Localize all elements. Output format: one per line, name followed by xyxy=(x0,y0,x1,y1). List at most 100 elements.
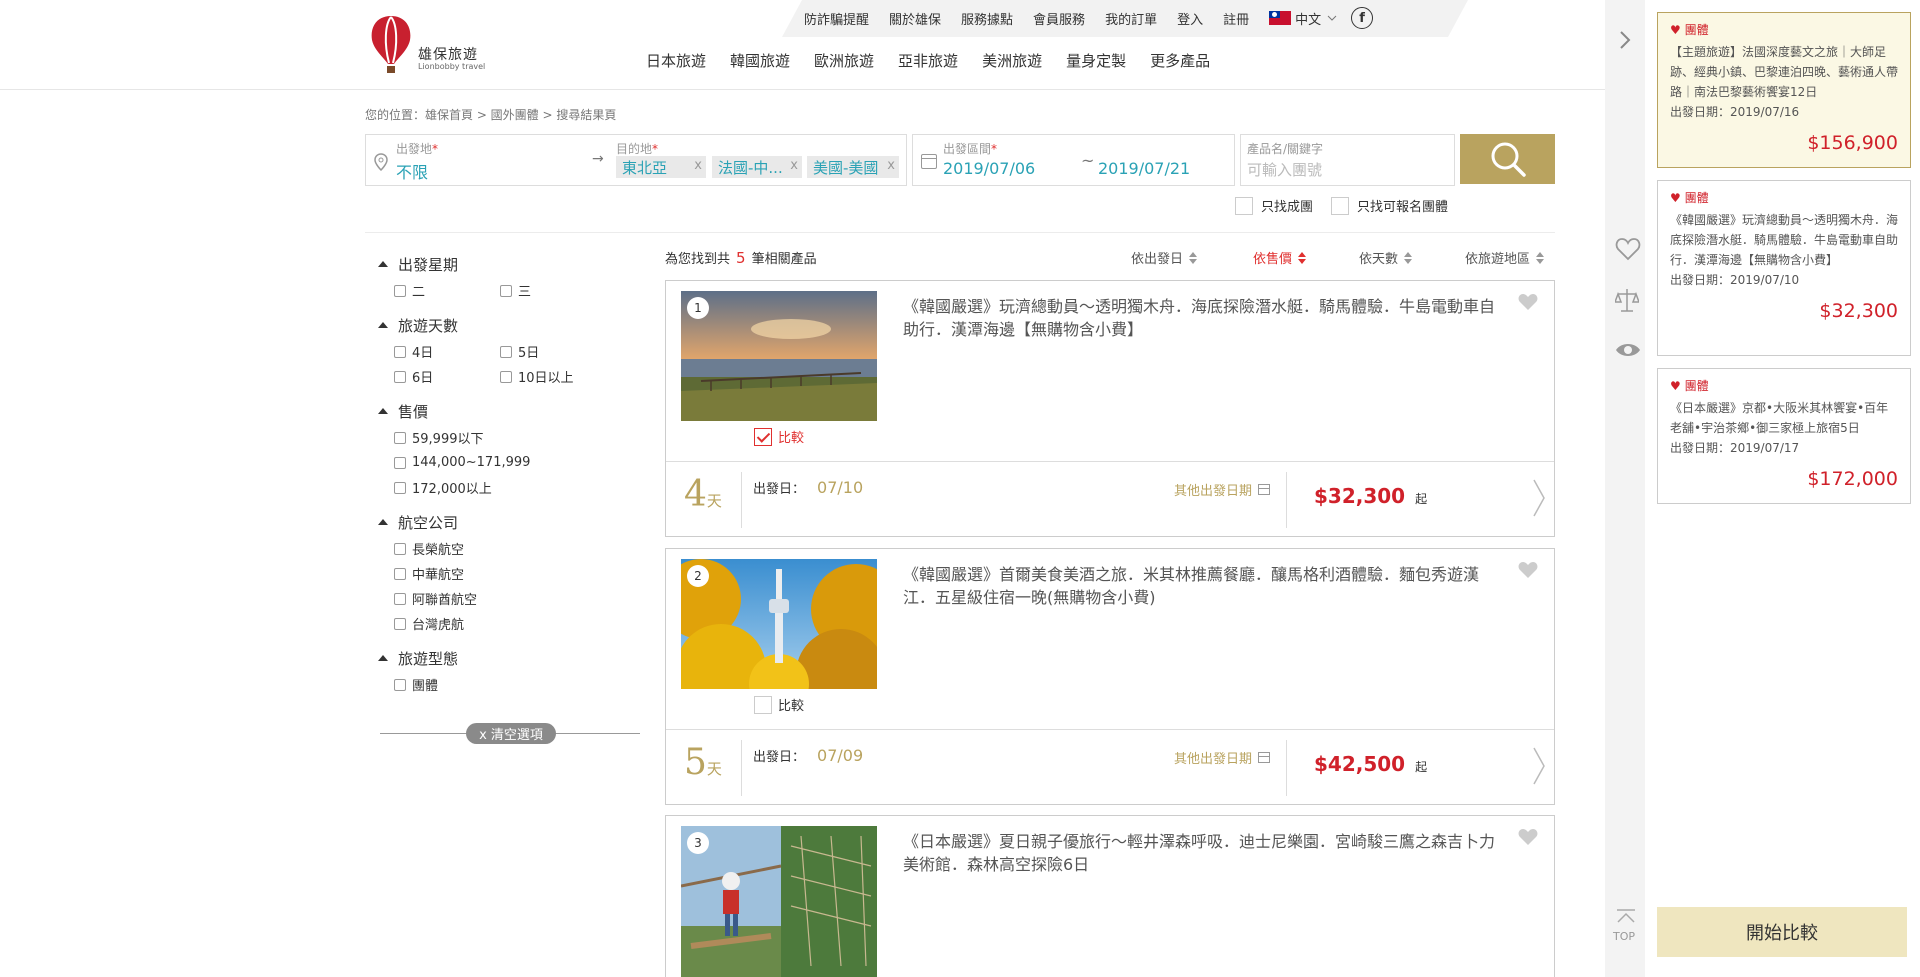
search-button[interactable] xyxy=(1460,134,1555,184)
heart-icon[interactable] xyxy=(1518,561,1538,579)
filter-option[interactable]: 4日 xyxy=(394,342,500,361)
product-title[interactable]: 《韓國嚴選》玩濟總動員～透明獨木舟．海底探險潛水艇．騎馬體驗．牛島電動車自助行．… xyxy=(903,295,1503,341)
filter-option[interactable]: 144,000~171,999 xyxy=(394,455,594,470)
date-range-field[interactable]: 出發區間* 2019/07/06 ~ 2019/07/21 xyxy=(912,134,1235,186)
origin-value[interactable]: 不限 xyxy=(396,159,428,183)
link-login[interactable]: 登入 xyxy=(1177,9,1203,28)
recent-item[interactable]: ♥ 團體 《韓國嚴選》玩濟總動員～透明獨木舟．海底探險潛水艇．騎馬體驗．牛島電動… xyxy=(1657,180,1911,356)
heart-icon[interactable] xyxy=(1518,293,1538,311)
checkbox[interactable] xyxy=(394,542,406,555)
filter-option[interactable]: 台灣虎航 xyxy=(394,614,594,633)
recent-item[interactable]: ♥ 團體 【主題旅遊】法國深度藝文之旅｜大師足跡、經典小鎮、巴黎連泊四晚、藝術通… xyxy=(1657,12,1911,168)
clear-filters-button[interactable]: x 清空選項 xyxy=(466,723,556,744)
start-compare-button[interactable]: 開始比較 xyxy=(1657,907,1907,957)
product-image[interactable]: 1 xyxy=(681,291,877,421)
checkbox[interactable] xyxy=(394,370,406,383)
nav-more[interactable]: 更多產品 xyxy=(1150,50,1210,71)
filter-option[interactable]: 三 xyxy=(500,281,606,300)
checkbox[interactable] xyxy=(500,370,512,383)
link-fraud-alert[interactable]: 防詐騙提醒 xyxy=(804,9,869,28)
destination-tag[interactable]: 法國-中... x xyxy=(712,156,802,178)
destination-tag[interactable]: 美國-美國 x xyxy=(807,156,899,178)
nav-americas[interactable]: 美洲旅遊 xyxy=(982,50,1042,71)
filter-title[interactable]: 售價 xyxy=(378,399,640,423)
product-card[interactable]: 2 比較 《韓國嚴選》首爾美食美酒之旅．米其林推薦餐廳．釀馬格利酒體驗．麵包秀遊… xyxy=(665,548,1555,805)
nav-europe[interactable]: 歐洲旅遊 xyxy=(814,50,874,71)
checkbox[interactable] xyxy=(394,592,406,605)
destination-tag[interactable]: 東北亞 x xyxy=(616,156,706,178)
compare-checkbox[interactable]: 比較 xyxy=(754,427,804,446)
filter-option[interactable]: 長榮航空 xyxy=(394,539,594,558)
sort-by-region[interactable]: 依旅遊地區 xyxy=(1465,248,1545,267)
site-logo[interactable]: 雄保旅遊 Lionbobby travel xyxy=(368,14,488,76)
link-register[interactable]: 註冊 xyxy=(1223,9,1249,28)
sort-by-days[interactable]: 依天數 xyxy=(1359,248,1413,267)
checkbox[interactable] xyxy=(394,678,406,691)
filter-title[interactable]: 出發星期 xyxy=(378,252,640,276)
checkbox[interactable] xyxy=(394,617,406,630)
checkbox[interactable] xyxy=(394,431,406,444)
checkbox[interactable] xyxy=(394,481,406,494)
sort-by-price[interactable]: 依售價 xyxy=(1253,248,1307,267)
checkbox[interactable] xyxy=(394,567,406,580)
filter-option[interactable]: 10日以上 xyxy=(500,367,606,386)
chevron-right-icon[interactable] xyxy=(1532,478,1546,518)
link-member[interactable]: 會員服務 xyxy=(1033,9,1085,28)
filter-option[interactable]: 團體 xyxy=(394,675,594,694)
remove-tag-icon[interactable]: x xyxy=(694,158,702,173)
date-from[interactable]: 2019/07/06 xyxy=(943,159,1035,178)
filter-option[interactable]: 5日 xyxy=(500,342,606,361)
back-to-top-label[interactable]: TOP xyxy=(1613,930,1635,943)
option-confirmed-only[interactable]: 只找成團 xyxy=(1235,196,1313,215)
product-title[interactable]: 《韓國嚴選》首爾美食美酒之旅．米其林推薦餐廳．釀馬格利酒體驗．麵包秀遊漢江．五星… xyxy=(903,563,1503,609)
link-my-orders[interactable]: 我的訂單 xyxy=(1105,9,1157,28)
link-about[interactable]: 關於雄保 xyxy=(889,9,941,28)
bookable-only-checkbox[interactable] xyxy=(1331,196,1349,215)
filter-option[interactable]: 6日 xyxy=(394,367,500,386)
heart-icon[interactable] xyxy=(1518,828,1538,846)
filter-option[interactable]: 172,000以上 xyxy=(394,478,594,497)
filter-option[interactable]: 阿聯酋航空 xyxy=(394,589,594,608)
filter-option[interactable]: 中華航空 xyxy=(394,564,594,583)
checkbox[interactable] xyxy=(394,345,406,358)
keyword-field[interactable]: 產品名/關鍵字 可輸入團號 xyxy=(1240,134,1455,186)
nav-japan[interactable]: 日本旅遊 xyxy=(646,50,706,71)
nav-korea[interactable]: 韓國旅遊 xyxy=(730,50,790,71)
product-image[interactable]: 3 xyxy=(681,826,877,977)
nav-custom[interactable]: 量身定製 xyxy=(1066,50,1126,71)
compare-checkbox[interactable]: 比較 xyxy=(754,695,804,714)
date-to[interactable]: 2019/07/21 xyxy=(1098,159,1190,178)
recent-item[interactable]: ♥ 團體 《日本嚴選》京都•大阪米其林饗宴•百年老舖•宇治茶鄉•御三家極上旅宿5… xyxy=(1657,368,1911,504)
other-dates-link[interactable]: 其他出發日期 xyxy=(1174,748,1271,767)
link-locations[interactable]: 服務據點 xyxy=(961,9,1013,28)
remove-tag-icon[interactable]: x xyxy=(790,158,798,173)
filter-option[interactable]: 59,999以下 xyxy=(394,428,594,447)
keyword-input[interactable]: 可輸入團號 xyxy=(1247,159,1322,180)
back-to-top-icon[interactable] xyxy=(1615,908,1637,928)
sort-by-departure[interactable]: 依出發日 xyxy=(1131,248,1198,267)
nav-asia-africa[interactable]: 亞非旅遊 xyxy=(898,50,958,71)
confirmed-only-checkbox[interactable] xyxy=(1235,196,1253,215)
filter-title[interactable]: 旅遊天數 xyxy=(378,313,640,337)
facebook-icon[interactable]: f xyxy=(1351,7,1374,29)
product-image[interactable]: 2 xyxy=(681,559,877,689)
origin-destination-field[interactable]: 出發地* 不限 → 目的地* 東北亞 x 法國-中... x 美國-美國 x xyxy=(365,134,907,186)
product-card[interactable]: 1 比較 《韓國嚴選》玩濟總動員～透明獨木舟．海底探險潛水艇．騎馬體驗．牛島電動… xyxy=(665,280,1555,537)
chevron-right-icon[interactable] xyxy=(1532,746,1546,786)
option-bookable-only[interactable]: 只找可報名團體 xyxy=(1331,196,1448,215)
filter-title[interactable]: 旅遊型態 xyxy=(378,646,640,670)
remove-tag-icon[interactable]: x xyxy=(887,158,895,173)
checkbox[interactable] xyxy=(394,284,406,297)
heart-outline-icon[interactable] xyxy=(1615,237,1641,261)
filter-option[interactable]: 二 xyxy=(394,281,500,300)
language-selector[interactable]: 中文 xyxy=(1269,9,1337,28)
other-dates-link[interactable]: 其他出發日期 xyxy=(1174,480,1271,499)
scale-compare-icon[interactable] xyxy=(1615,287,1639,313)
eye-icon[interactable] xyxy=(1615,340,1641,360)
checkbox[interactable] xyxy=(394,456,406,469)
checkbox[interactable] xyxy=(500,345,512,358)
filter-title[interactable]: 航空公司 xyxy=(378,510,640,534)
product-title[interactable]: 《日本嚴選》夏日親子優旅行～輕井澤森呼吸．迪士尼樂園．宮崎駿三鷹之森吉卜力美術館… xyxy=(903,830,1503,876)
product-card[interactable]: 3 《日本嚴選》夏日親子優旅行～輕井澤森呼吸．迪士尼樂園．宮崎駿三鷹之森吉卜力美… xyxy=(665,815,1555,977)
chevron-right-icon[interactable] xyxy=(1615,28,1635,52)
